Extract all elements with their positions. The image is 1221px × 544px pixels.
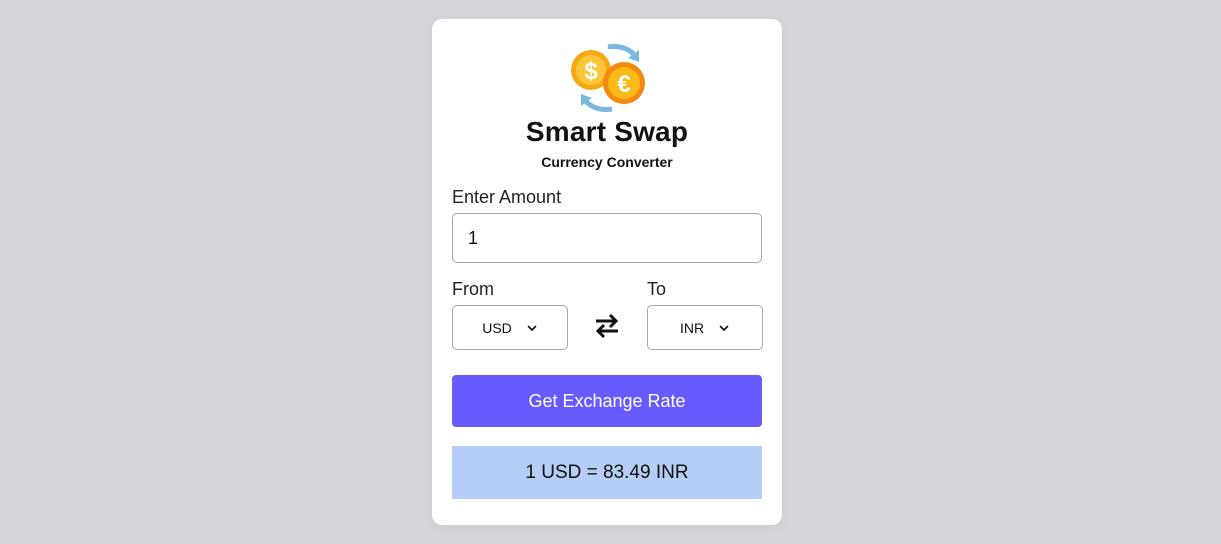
from-label: From — [452, 279, 494, 299]
svg-text:€: € — [617, 71, 630, 98]
converter-card: $ € Smart Swap Currency Converter Enter … — [432, 19, 782, 525]
to-currency-value: INR — [679, 319, 705, 336]
amount-input[interactable] — [452, 213, 762, 263]
app-title: Smart Swap — [525, 116, 689, 147]
svg-text:$: $ — [584, 58, 598, 85]
to-currency-select[interactable]: INR — [647, 305, 763, 350]
to-label: To — [647, 279, 667, 299]
app-subtitle: Currency Converter — [541, 154, 673, 170]
get-exchange-rate-button[interactable]: Get Exchange Rate — [452, 375, 762, 427]
swap-arrows-icon[interactable] — [594, 314, 620, 338]
exchange-rate-result: 1 USD = 83.49 INR — [452, 446, 762, 499]
chevron-down-icon — [527, 324, 537, 331]
from-currency-select[interactable]: USD — [452, 305, 568, 350]
amount-label: Enter Amount — [452, 187, 562, 207]
from-currency-value: USD — [482, 319, 512, 336]
chevron-down-icon — [719, 324, 729, 331]
currency-exchange-icon: $ € — [571, 44, 645, 112]
